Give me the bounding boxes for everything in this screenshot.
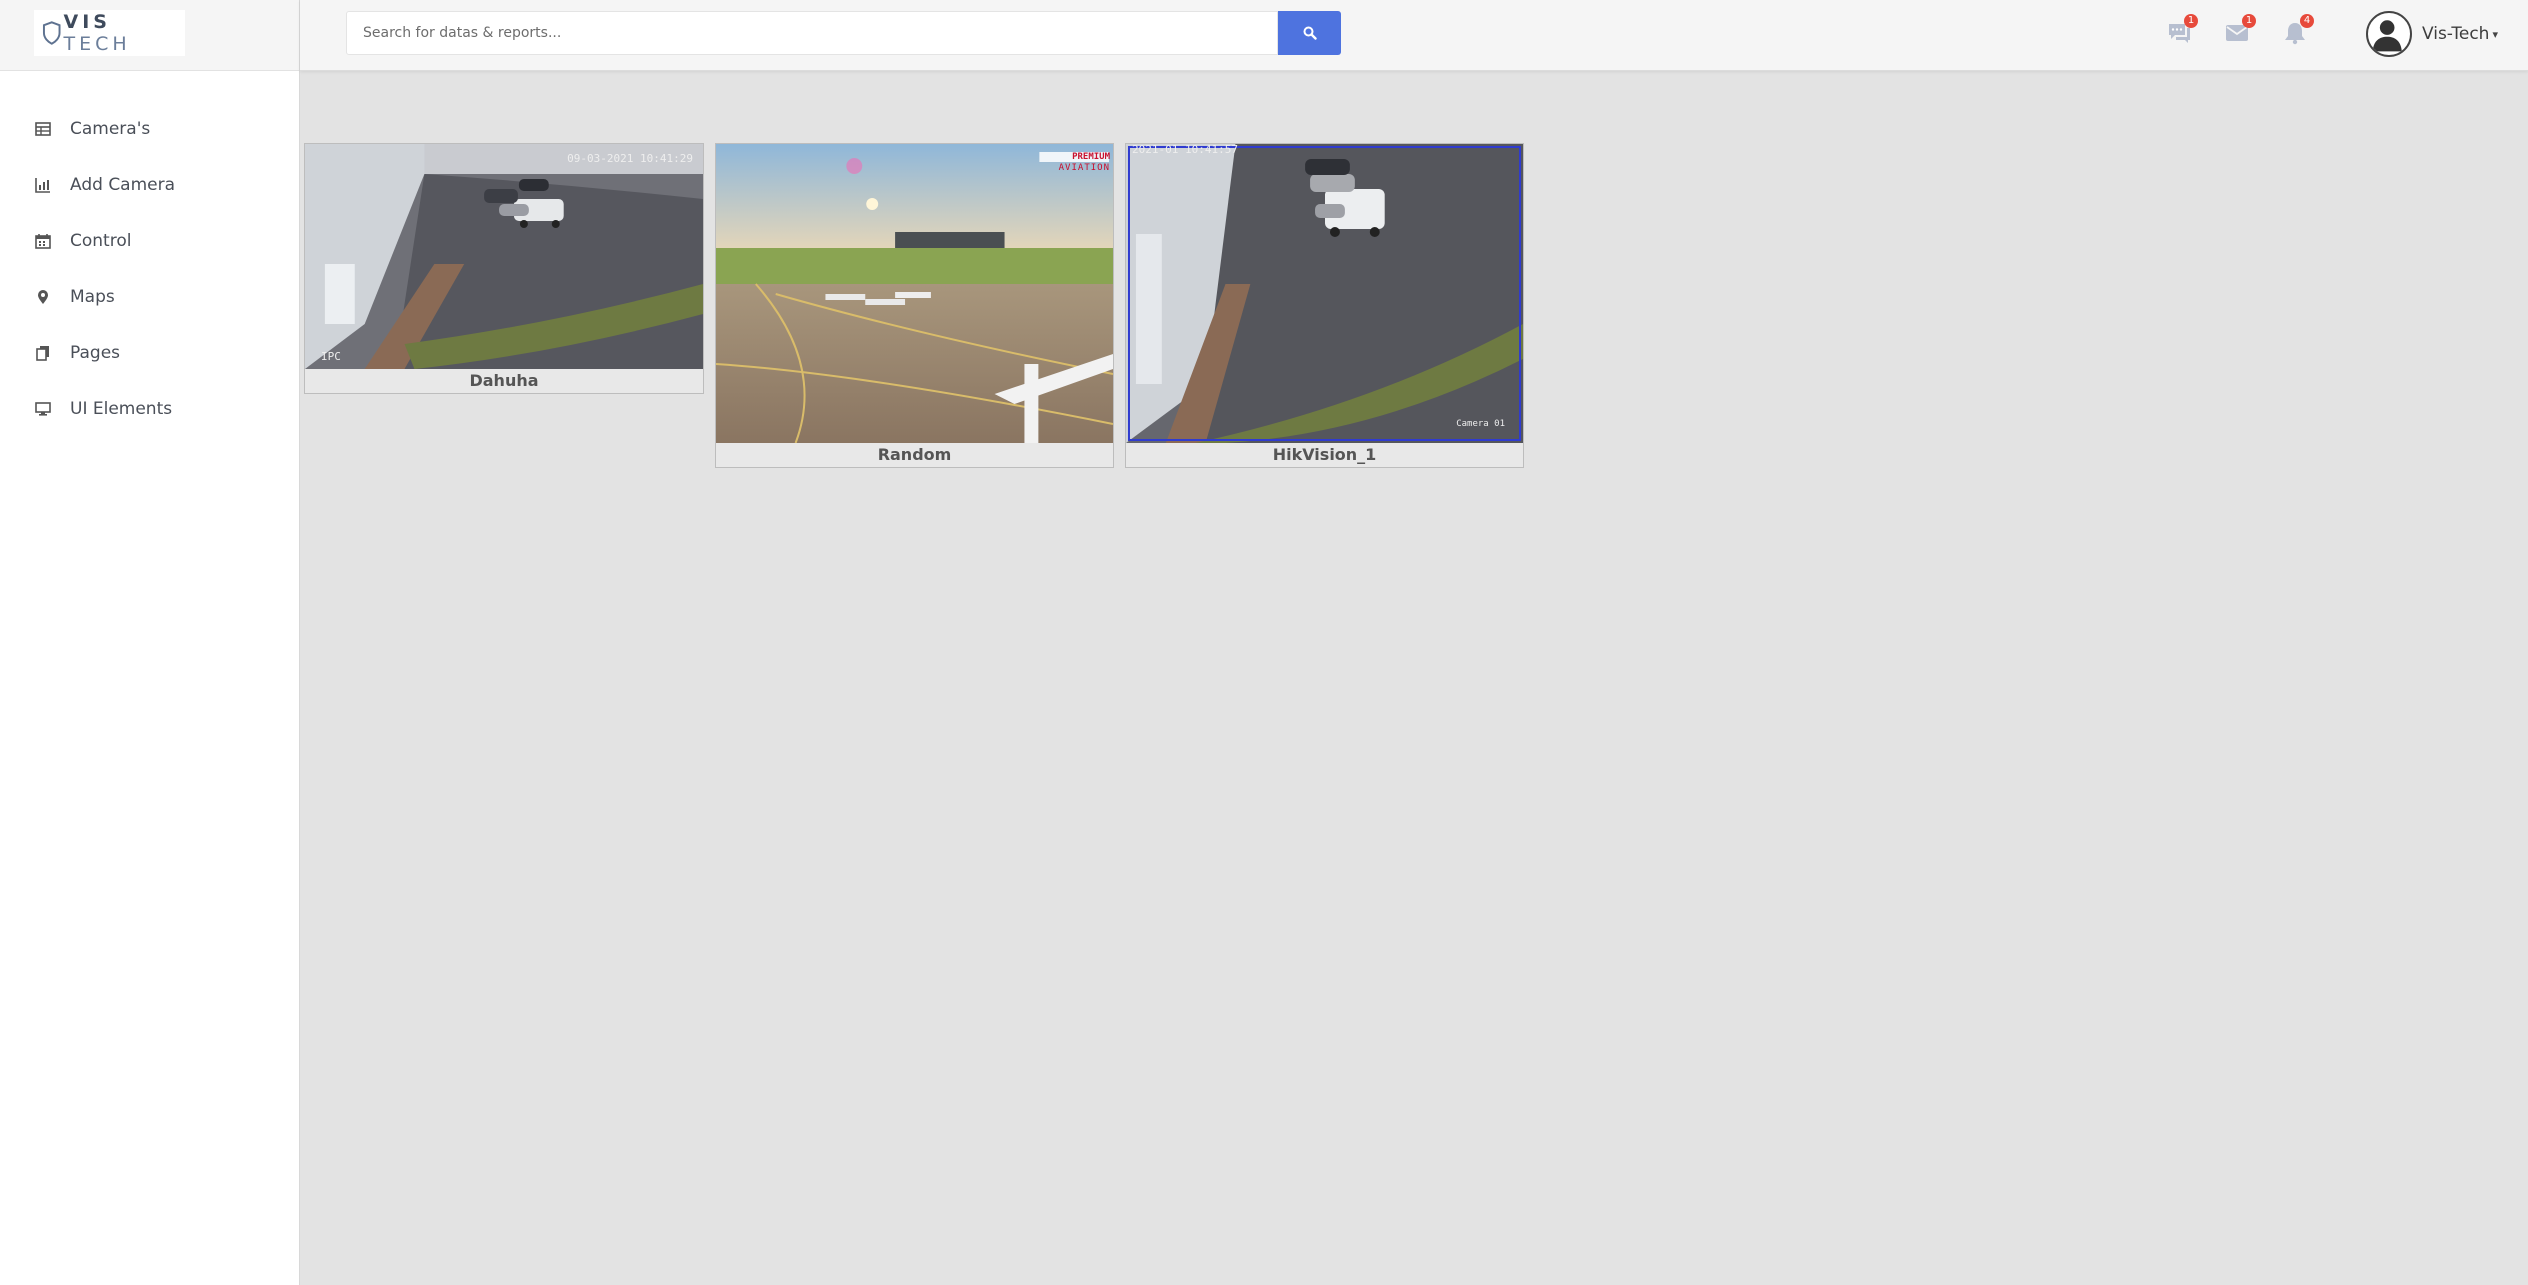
search-input[interactable] bbox=[346, 11, 1278, 55]
sidebar-item-cameras[interactable]: Camera's bbox=[0, 101, 299, 157]
premium-aviation-logo-primary: PREMIUM bbox=[1072, 152, 1110, 162]
camera-card-hikvision-1[interactable]: 2021-01 10:41:57 Camera 01 HikVision_1 bbox=[1125, 143, 1524, 468]
sidebar-item-label: Control bbox=[70, 231, 132, 251]
camera-card-dahuha[interactable]: 09-03-2021 10:41:29 IPC Dahuha bbox=[304, 143, 704, 394]
messages-badge: 1 bbox=[2184, 14, 2198, 28]
mail-button[interactable]: 1 bbox=[2222, 14, 2256, 48]
sidebar-item-label: Maps bbox=[70, 287, 115, 307]
messages-button[interactable]: 1 bbox=[2164, 14, 2198, 48]
parking-lot-feed-image bbox=[1126, 144, 1523, 443]
shield-logo-icon bbox=[42, 21, 61, 45]
camera-name: Dahuha bbox=[469, 371, 539, 390]
user-menu[interactable]: Vis-Tech ▾ bbox=[2365, 9, 2498, 59]
bar-chart-icon bbox=[34, 176, 52, 194]
alerts-badge: 4 bbox=[2300, 14, 2314, 28]
brand-area: VIS TECH bbox=[0, 0, 299, 71]
desktop-icon bbox=[34, 400, 52, 418]
sidebar-item-control[interactable]: Control bbox=[0, 213, 299, 269]
search-icon bbox=[1303, 26, 1317, 40]
sidebar-item-ui-elements[interactable]: UI Elements bbox=[0, 381, 299, 437]
sidebar-item-label: Camera's bbox=[70, 119, 151, 139]
sidebar-item-maps[interactable]: Maps bbox=[0, 269, 299, 325]
sidebar-item-label: Add Camera bbox=[70, 175, 176, 195]
sidebar-item-label: UI Elements bbox=[70, 399, 173, 419]
search-button[interactable] bbox=[1278, 11, 1341, 55]
logo-text-secondary: TECH bbox=[63, 33, 131, 55]
username: Vis-Tech bbox=[2421, 24, 2490, 44]
logo-text-primary: VIS bbox=[63, 11, 111, 33]
copy-icon bbox=[34, 344, 52, 362]
alerts-button[interactable]: 4 bbox=[2280, 14, 2314, 48]
airfield-feed-image bbox=[716, 144, 1113, 443]
camera-feed[interactable]: 2021-01 10:41:57 Camera 01 bbox=[1126, 144, 1523, 443]
sidebar-item-add-camera[interactable]: Add Camera bbox=[0, 157, 299, 213]
camera-feed[interactable]: PREMIUM AVIATION bbox=[716, 144, 1113, 443]
calendar-icon bbox=[34, 232, 52, 250]
camera-name: HikVision_1 bbox=[1272, 445, 1377, 464]
camera-timestamp: 2021-01 10:41:57 bbox=[1132, 144, 1238, 156]
camera-feed[interactable]: 09-03-2021 10:41:29 IPC bbox=[305, 144, 703, 369]
sidebar-item-pages[interactable]: Pages bbox=[0, 325, 299, 381]
table-icon bbox=[34, 120, 52, 138]
premium-aviation-logo-secondary: AVIATION bbox=[1058, 163, 1110, 173]
map-marker-icon bbox=[34, 288, 52, 306]
sidebar-nav: Camera's Add Camera Control Maps Pages U… bbox=[0, 101, 299, 437]
topbar: 1 1 4 Vis-Tech ▾ bbox=[300, 0, 2528, 71]
parking-lot-feed-image bbox=[305, 144, 703, 369]
user-silhouette-icon bbox=[2372, 20, 2402, 52]
sidebar: VIS TECH Camera's Add Camera Control Map… bbox=[0, 0, 300, 1285]
avatar bbox=[2365, 11, 2412, 57]
camera-timestamp: 09-03-2021 10:41:29 bbox=[567, 152, 693, 165]
camera-corner-text: Camera 01 bbox=[1456, 419, 1505, 429]
chevron-down-icon: ▾ bbox=[2492, 27, 2498, 41]
camera-card-random[interactable]: PREMIUM AVIATION Random bbox=[715, 143, 1114, 468]
camera-name: Random bbox=[877, 445, 952, 464]
main-content: 09-03-2021 10:41:29 IPC Dahuha PREMIUM A… bbox=[300, 71, 2528, 1285]
camera-corner-text: IPC bbox=[321, 350, 341, 363]
mail-badge: 1 bbox=[2242, 14, 2256, 28]
logo[interactable]: VIS TECH bbox=[34, 10, 185, 56]
sidebar-item-label: Pages bbox=[70, 343, 121, 363]
